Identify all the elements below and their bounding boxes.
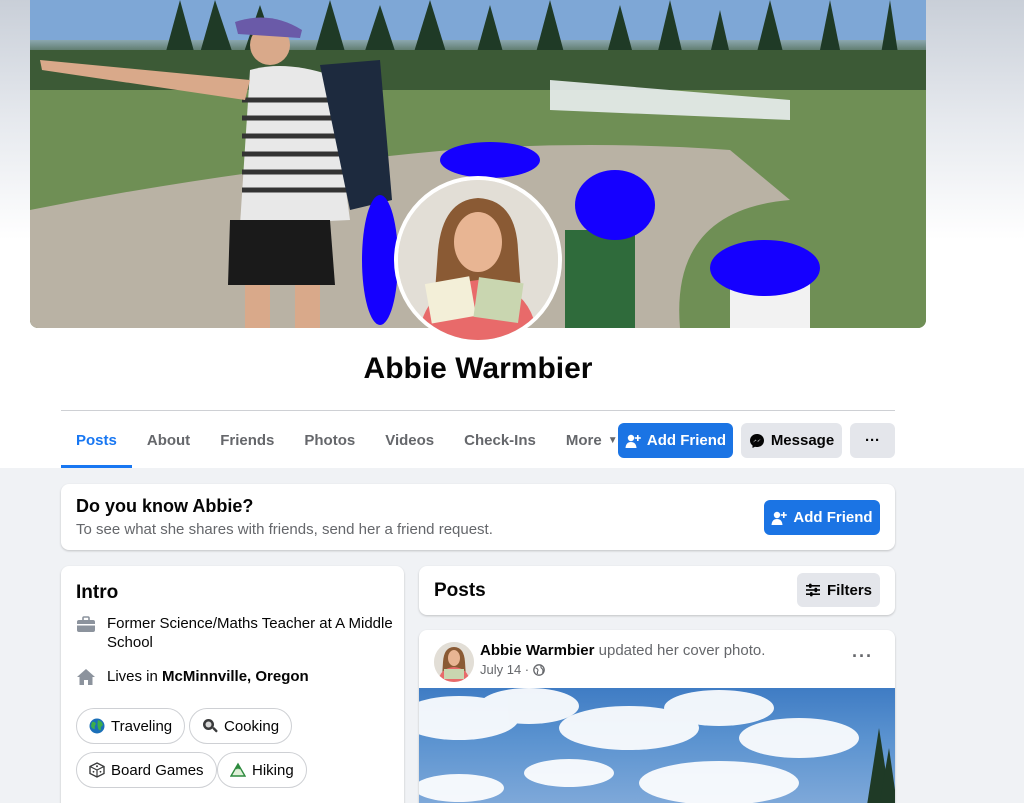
tab-label: More — [565, 431, 602, 449]
tab-photos[interactable]: Photos — [289, 412, 370, 468]
tab-posts[interactable]: Posts — [61, 412, 132, 468]
globe-icon — [89, 718, 105, 734]
friend-suggestion-title: Do you know Abbie? — [76, 496, 254, 516]
intro-lives-prefix: Lives in — [107, 668, 163, 685]
posts-header-card: Posts Filters — [419, 566, 895, 615]
filters-label: Filters — [826, 581, 872, 599]
intro-work-line2: School — [107, 634, 153, 651]
tab-videos[interactable]: Videos — [370, 412, 449, 468]
caret-down-icon: ▼ — [607, 434, 618, 446]
add-friend-label: Add Friend — [793, 509, 873, 526]
tab-label: Photos — [304, 431, 356, 449]
hobby-label: Hiking — [252, 761, 294, 779]
profile-name: Abbie Warmbier — [363, 352, 593, 385]
profile-picture[interactable] — [394, 176, 562, 344]
post-header: Abbie Warmbier updated her cover photo. — [480, 642, 765, 659]
friend-suggestion-card: Do you know Abbie? To see what she share… — [61, 484, 895, 550]
messenger-icon — [749, 433, 765, 449]
post-meta: July 14 · — [480, 662, 545, 677]
dice-icon — [89, 762, 105, 778]
more-options-button[interactable]: ··· — [850, 423, 895, 458]
more-options-icon: ··· — [865, 432, 880, 449]
tab-check-ins[interactable]: Check-Ins — [449, 412, 551, 468]
friend-suggestion-subtitle: To see what she shares with friends, sen… — [76, 521, 493, 538]
hobby-label: Board Games — [111, 761, 204, 779]
posts-title: Posts — [434, 580, 486, 601]
mountain-icon — [230, 762, 246, 778]
frying-pan-icon — [202, 718, 218, 734]
tab-label: Videos — [385, 431, 435, 449]
post-card: Abbie Warmbier updated her cover photo. … — [419, 630, 895, 803]
hobby-chip-hiking[interactable]: Hiking — [217, 752, 307, 788]
intro-title: Intro — [76, 582, 119, 603]
header-divider — [61, 410, 895, 411]
add-friend-icon — [625, 433, 641, 449]
message-button[interactable]: Message — [741, 423, 842, 458]
post-photo[interactable] — [419, 688, 895, 803]
post-date[interactable]: July 14 · — [480, 662, 529, 677]
profile-tabs: Posts About Friends Photos Videos Check-… — [61, 412, 633, 468]
add-friend-icon — [771, 510, 788, 526]
hobby-label: Traveling — [111, 717, 173, 735]
filters-button[interactable]: Filters — [797, 573, 880, 607]
tab-label: Friends — [220, 431, 275, 449]
home-icon — [76, 667, 96, 687]
intro-lives-city[interactable]: McMinnville, Oregon — [162, 668, 309, 685]
post-author-avatar[interactable] — [434, 642, 474, 682]
intro-work: Former Science/Maths Teacher at A Middle… — [76, 614, 393, 652]
tab-friends[interactable]: Friends — [205, 412, 289, 468]
post-action-text: updated her cover photo. — [594, 642, 766, 659]
intro-work-line1: Former Science/Maths Teacher at A Middle — [107, 615, 393, 632]
post-author-name[interactable]: Abbie Warmbier — [480, 642, 594, 659]
tab-label: About — [146, 431, 191, 449]
globe-icon — [533, 663, 545, 676]
tab-label: Posts — [76, 431, 117, 449]
hobby-label: Cooking — [224, 717, 280, 735]
briefcase-icon — [76, 614, 96, 634]
post-options-icon[interactable]: ··· — [852, 646, 873, 667]
intro-card: Intro Former Science/Maths Teacher at A … — [61, 566, 404, 803]
add-friend-label: Add Friend — [646, 432, 727, 449]
hobby-chip-traveling[interactable]: Traveling — [76, 708, 186, 744]
tab-label: Check-Ins — [464, 431, 536, 449]
hobby-chip-board-games[interactable]: Board Games — [76, 752, 217, 788]
message-label: Message — [770, 432, 835, 449]
card-add-friend-button[interactable]: Add Friend — [764, 500, 880, 535]
tab-about[interactable]: About — [132, 412, 205, 468]
intro-lives: Lives in McMinnville, Oregon — [76, 667, 309, 687]
filters-icon — [805, 582, 821, 598]
hobby-chip-cooking[interactable]: Cooking — [189, 708, 293, 744]
add-friend-button[interactable]: Add Friend — [618, 423, 733, 458]
